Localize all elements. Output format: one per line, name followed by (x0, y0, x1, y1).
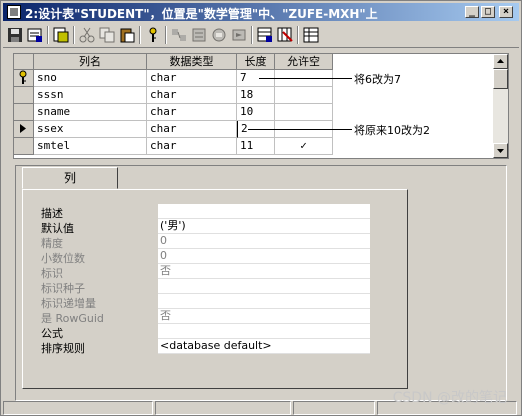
cell-length[interactable]: 2 (237, 121, 275, 138)
header-allow-nulls[interactable]: 允许空 (275, 54, 333, 70)
header-column-name[interactable]: 列名 (34, 54, 147, 70)
property-label: 排序规则 (41, 342, 85, 355)
property-label: 是 RowGuid (41, 312, 104, 325)
cell-length[interactable]: 7 (237, 70, 275, 87)
property-label: 标识递增量 (41, 297, 96, 310)
toolbar-separator (297, 26, 299, 44)
property-value: 0 (158, 234, 370, 249)
header-length[interactable]: 长度 (237, 54, 275, 70)
toolbar-separator (139, 26, 141, 44)
cell-allow-nulls[interactable] (275, 70, 333, 87)
arrow-up-icon (497, 59, 504, 63)
title-bar[interactable]: 2:设计表"STUDENT"，位置是"数学管理"中、"ZUFE-MXH"上 _ … (3, 3, 519, 21)
toolbar-separator (251, 26, 253, 44)
cell-allow-nulls[interactable] (275, 104, 333, 121)
cell-data-type[interactable]: char (147, 104, 237, 121)
manage-triggers-icon[interactable] (231, 27, 247, 43)
arrow-down-icon (497, 149, 504, 153)
toolbar-separator (73, 26, 75, 44)
status-pane-main (3, 401, 153, 415)
column-properties-panel: 列 描述 默认值 ('男') 精度 0 小数位数 0 标识否标识种子 标识递增量是 RowGui… (15, 165, 507, 401)
property-label: 默认值 (41, 222, 74, 235)
manage-constraints-icon[interactable] (211, 27, 227, 43)
cell-column-name[interactable]: smtel (34, 138, 147, 155)
scroll-thumb[interactable] (493, 69, 508, 89)
status-pane-3 (293, 401, 375, 415)
copy-icon[interactable] (99, 27, 115, 43)
row-selector[interactable] (14, 87, 34, 104)
paste-icon[interactable] (119, 27, 135, 43)
cell-data-type[interactable]: char (147, 70, 237, 87)
scroll-up-button[interactable] (493, 54, 508, 69)
cut-icon[interactable] (79, 27, 95, 43)
minimize-button[interactable]: _ (465, 6, 479, 18)
property-value (158, 279, 370, 294)
insert-column-icon[interactable] (257, 27, 273, 43)
window-title: 2:设计表"STUDENT"，位置是"数学管理"中、"ZUFE-MXH"上 (25, 7, 378, 21)
manage-relationships-icon[interactable] (171, 27, 187, 43)
row-selector[interactable] (14, 121, 34, 138)
toolbar (3, 23, 519, 48)
primary-key-icon[interactable] (145, 27, 161, 43)
property-label: 描述 (41, 207, 63, 220)
property-label: 标识 (41, 267, 63, 280)
annotation-length-change-ssex: 将原来10改为2 (354, 124, 430, 137)
property-label: 公式 (41, 327, 63, 340)
table-designer-icon (7, 5, 21, 19)
grid-vertical-scrollbar[interactable] (493, 54, 508, 158)
cell-column-name[interactable]: sno (34, 70, 147, 87)
row-selector[interactable] (14, 104, 34, 121)
columns-grid: 列名 数据类型 长度 允许空 sno char 7 sssn char 18 sname ch… (13, 53, 509, 159)
manage-indexes-icon[interactable] (191, 27, 207, 43)
column-properties-tab-body: 描述 默认值 ('男') 精度 0 小数位数 0 标识否标识种子 标识递增量是 RowGuid 否… (22, 189, 408, 389)
property-label: 小数位数 (41, 252, 85, 265)
cell-allow-nulls[interactable] (275, 121, 333, 138)
cell-column-name[interactable]: sname (34, 104, 147, 121)
property-value (158, 294, 370, 309)
toolbar-separator (47, 26, 49, 44)
cell-length[interactable]: 11 (237, 138, 275, 155)
cell-length[interactable]: 18 (237, 87, 275, 104)
property-value: 否 (158, 264, 370, 279)
property-label: 标识种子 (41, 282, 85, 295)
property-value[interactable] (158, 324, 370, 339)
property-label: 精度 (41, 237, 63, 250)
property-value: 否 (158, 309, 370, 324)
property-value[interactable] (158, 204, 370, 219)
status-pane-2 (155, 401, 291, 415)
property-value[interactable]: <database default> (158, 339, 370, 354)
row-selector[interactable] (14, 70, 34, 87)
watermark: CSDN @改的笔记 (392, 390, 507, 406)
toolbar-separator (165, 26, 167, 44)
delete-column-icon[interactable] (277, 27, 293, 43)
primary-key-icon (19, 70, 27, 84)
cell-column-name[interactable]: ssex (34, 121, 147, 138)
table-view-icon[interactable] (303, 27, 319, 43)
tab-column[interactable]: 列 (22, 167, 118, 189)
header-data-type[interactable]: 数据类型 (147, 54, 237, 70)
change-script-icon[interactable] (53, 27, 69, 43)
property-value: 0 (158, 249, 370, 264)
cell-allow-nulls[interactable] (275, 87, 333, 104)
cell-length[interactable]: 10 (237, 104, 275, 121)
close-button[interactable]: × (499, 6, 513, 18)
current-row-arrow-icon (20, 124, 26, 133)
save-icon[interactable] (7, 27, 23, 43)
row-selector[interactable] (14, 138, 34, 155)
cell-data-type[interactable]: char (147, 121, 237, 138)
scroll-down-button[interactable] (493, 143, 508, 158)
annotation-length-change-sno: 将6改为7 (354, 73, 401, 86)
maximize-button[interactable]: □ (481, 6, 495, 18)
property-value[interactable]: ('男') (158, 219, 370, 234)
cell-data-type[interactable]: char (147, 138, 237, 155)
cell-column-name[interactable]: sssn (34, 87, 147, 104)
grid-corner-header (14, 54, 34, 70)
cell-allow-nulls[interactable]: ✓ (275, 138, 333, 155)
cell-data-type[interactable]: char (147, 87, 237, 104)
table-designer-window: 2:设计表"STUDENT"，位置是"数学管理"中、"ZUFE-MXH"上 _ … (0, 0, 522, 416)
properties-icon[interactable] (27, 27, 43, 43)
